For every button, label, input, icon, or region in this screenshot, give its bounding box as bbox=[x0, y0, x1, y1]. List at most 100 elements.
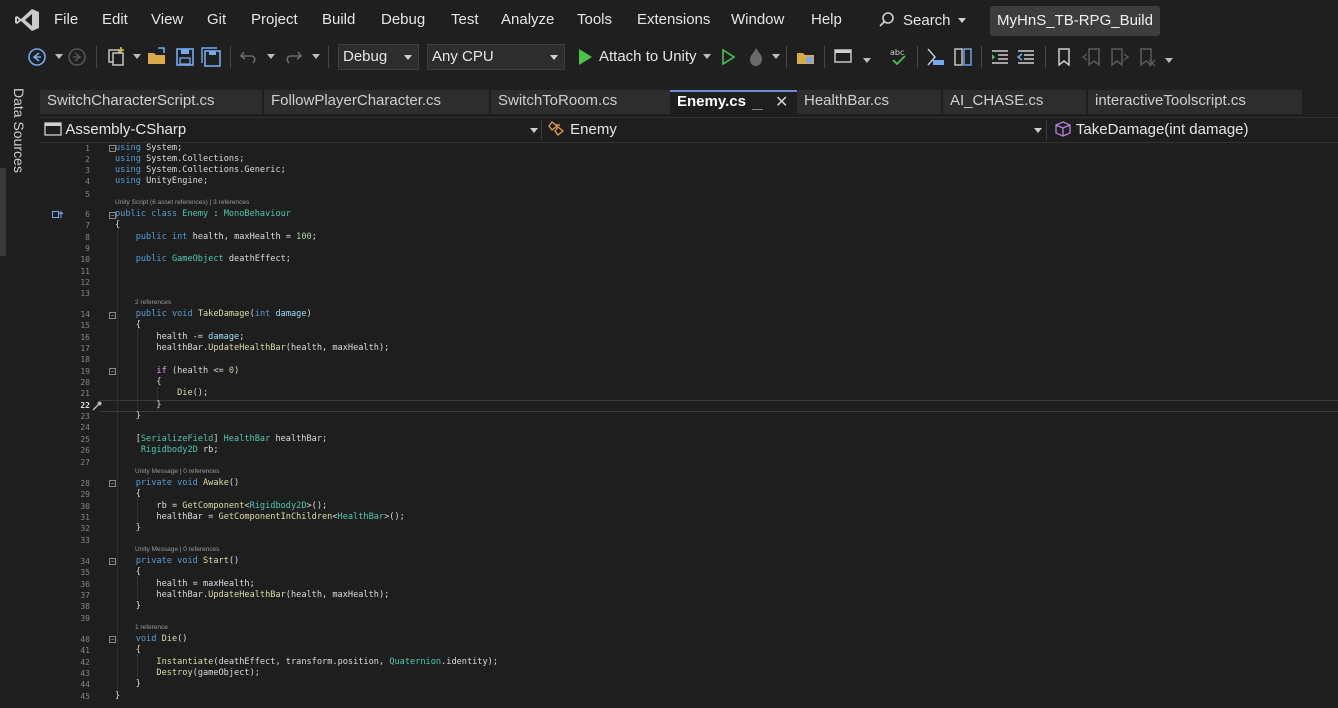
tab-enemy[interactable]: Enemy.cs ⸏ ✕ bbox=[670, 90, 798, 114]
navigate-forward-icon[interactable] bbox=[66, 46, 88, 68]
menu-extensions[interactable]: Extensions bbox=[637, 11, 710, 28]
outdent-icon[interactable] bbox=[1015, 46, 1037, 68]
code-line[interactable]: { bbox=[115, 489, 141, 499]
compare-files-icon[interactable] bbox=[952, 46, 974, 68]
code-line[interactable]: { bbox=[115, 645, 141, 655]
platform-select[interactable]: Any CPU bbox=[427, 44, 565, 70]
code-line[interactable]: public void TakeDamage(int damage) bbox=[115, 309, 312, 319]
code-line[interactable]: public class Enemy : MonoBehaviour bbox=[115, 209, 291, 219]
tab-switchcharacterscript[interactable]: SwitchCharacterScript.cs bbox=[40, 90, 262, 114]
hot-reload-icon[interactable] bbox=[745, 46, 767, 68]
undo-icon[interactable] bbox=[238, 46, 260, 68]
code-line[interactable]: Destroy(gameObject); bbox=[115, 668, 260, 678]
undo-dropdown-icon[interactable] bbox=[267, 54, 275, 59]
menu-view[interactable]: View bbox=[151, 11, 183, 28]
solution-name-badge[interactable]: MyHnS_TB-RPG_Build bbox=[990, 6, 1160, 36]
code-line[interactable]: { bbox=[115, 320, 141, 330]
save-icon[interactable] bbox=[174, 46, 196, 68]
tab-followplayercharacter[interactable]: FollowPlayerCharacter.cs bbox=[264, 90, 489, 114]
indent-icon[interactable] bbox=[989, 46, 1011, 68]
attach-dropdown-icon[interactable] bbox=[703, 54, 711, 59]
code-line[interactable]: using UnityEngine; bbox=[115, 176, 208, 186]
new-dropdown-icon[interactable] bbox=[133, 54, 141, 59]
hot-reload-dropdown-icon[interactable] bbox=[772, 54, 780, 59]
code-line[interactable]: health = maxHealth; bbox=[115, 579, 254, 589]
clear-bookmarks-icon[interactable] bbox=[1135, 46, 1157, 68]
menu-build[interactable]: Build bbox=[322, 11, 355, 28]
code-line[interactable]: { bbox=[115, 220, 120, 230]
code-line[interactable]: } bbox=[115, 601, 141, 611]
pin-icon[interactable]: ⸏ bbox=[752, 96, 763, 114]
toolbar-options-icon[interactable] bbox=[1165, 58, 1173, 63]
code-lens[interactable]: 1 reference bbox=[135, 624, 168, 631]
search-box[interactable]: Search bbox=[878, 8, 966, 32]
quick-action-brush-icon[interactable] bbox=[92, 401, 102, 411]
redo-dropdown-icon[interactable] bbox=[312, 54, 320, 59]
type-dropdown[interactable]: Enemy bbox=[548, 118, 1042, 142]
code-line[interactable]: healthBar = GetComponentInChildren<Healt… bbox=[115, 512, 404, 522]
next-bookmark-icon[interactable] bbox=[1108, 46, 1130, 68]
tab-ai-chase[interactable]: AI_CHASE.cs bbox=[943, 90, 1086, 114]
code-lens[interactable]: Unity Message | 0 references bbox=[135, 468, 219, 475]
code-line[interactable]: Rigidbody2D rb; bbox=[115, 445, 219, 455]
code-line[interactable]: public GameObject deathEffect; bbox=[115, 254, 291, 264]
project-dropdown[interactable]: Assembly-CSharp bbox=[44, 118, 538, 142]
attach-to-unity-button[interactable]: Attach to Unity bbox=[599, 48, 697, 65]
code-line[interactable]: using System; bbox=[115, 143, 182, 153]
code-editor[interactable]: − − − − − − − 1 2 3 4 5 6 7 8 9 10 11 12 13 14 15 16 17 1… bbox=[40, 143, 1338, 708]
code-line[interactable]: Die(); bbox=[115, 388, 208, 398]
menu-tools[interactable]: Tools bbox=[577, 11, 612, 28]
window-layout-icon[interactable] bbox=[833, 46, 855, 68]
save-all-icon[interactable] bbox=[200, 46, 222, 68]
start-debugging-play-icon[interactable] bbox=[574, 46, 596, 68]
code-line[interactable]: } bbox=[115, 523, 141, 533]
open-folder-icon[interactable] bbox=[146, 46, 168, 68]
code-line[interactable]: using System.Collections.Generic; bbox=[115, 165, 286, 175]
tab-healthbar[interactable]: HealthBar.cs bbox=[797, 90, 941, 114]
redo-icon[interactable] bbox=[282, 46, 304, 68]
tab-interactivetoolscript[interactable]: interactiveToolscript.cs bbox=[1088, 90, 1302, 114]
code-line[interactable]: } bbox=[115, 691, 120, 701]
step-into-icon[interactable] bbox=[925, 46, 947, 68]
spell-check-icon[interactable]: abc bbox=[888, 46, 910, 68]
code-line[interactable]: Instantiate(deathEffect, transform.posit… bbox=[115, 657, 498, 667]
back-dropdown-icon[interactable] bbox=[55, 54, 63, 59]
code-line[interactable]: { bbox=[115, 567, 141, 577]
code-line[interactable]: using System.Collections; bbox=[115, 154, 244, 164]
menu-test[interactable]: Test bbox=[451, 11, 479, 28]
layout-dropdown-icon[interactable] bbox=[863, 58, 871, 63]
code-line[interactable]: private void Start() bbox=[115, 556, 240, 566]
close-icon[interactable]: ✕ bbox=[775, 93, 788, 112]
code-line[interactable]: healthBar.UpdateHealthBar(health, maxHea… bbox=[115, 343, 389, 353]
start-without-debugging-icon[interactable] bbox=[717, 46, 739, 68]
code-line[interactable]: healthBar.UpdateHealthBar(health, maxHea… bbox=[115, 590, 389, 600]
code-line[interactable]: { bbox=[115, 377, 161, 387]
data-sources-tab[interactable]: Data Sources bbox=[11, 88, 27, 173]
code-line[interactable]: void Die() bbox=[115, 634, 188, 644]
menu-analyze[interactable]: Analyze bbox=[501, 11, 554, 28]
code-line[interactable]: } bbox=[115, 411, 141, 421]
menu-git[interactable]: Git bbox=[207, 11, 226, 28]
code-lens[interactable]: Unity Message | 0 references bbox=[135, 546, 219, 553]
previous-bookmark-icon[interactable] bbox=[1081, 46, 1103, 68]
visual-studio-logo-icon[interactable] bbox=[14, 8, 40, 32]
menu-project[interactable]: Project bbox=[251, 11, 298, 28]
member-dropdown[interactable]: TakeDamage(int damage) bbox=[1054, 118, 1334, 142]
code-lens[interactable]: Unity Script (6 asset references) | 3 re… bbox=[115, 199, 249, 206]
code-line[interactable]: } bbox=[115, 400, 161, 410]
menu-edit[interactable]: Edit bbox=[102, 11, 128, 28]
menu-window[interactable]: Window bbox=[731, 11, 784, 28]
code-line[interactable]: health -= damage; bbox=[115, 332, 244, 342]
navigate-back-icon[interactable] bbox=[26, 46, 48, 68]
code-line[interactable]: private void Awake() bbox=[115, 478, 240, 488]
menu-help[interactable]: Help bbox=[811, 11, 842, 28]
code-line[interactable]: if (health <= 0) bbox=[115, 366, 239, 376]
new-project-icon[interactable] bbox=[106, 46, 128, 68]
menu-file[interactable]: File bbox=[54, 11, 78, 28]
code-line[interactable]: rb = GetComponent<Rigidbody2D>(); bbox=[115, 501, 327, 511]
code-lens[interactable]: 2 references bbox=[135, 299, 171, 306]
bookmark-icon[interactable] bbox=[1053, 46, 1075, 68]
code-line[interactable]: [SerializeField] HealthBar healthBar; bbox=[115, 434, 328, 444]
code-line[interactable]: public int health, maxHealth = 100; bbox=[115, 232, 317, 242]
configuration-select[interactable]: Debug bbox=[338, 44, 419, 70]
